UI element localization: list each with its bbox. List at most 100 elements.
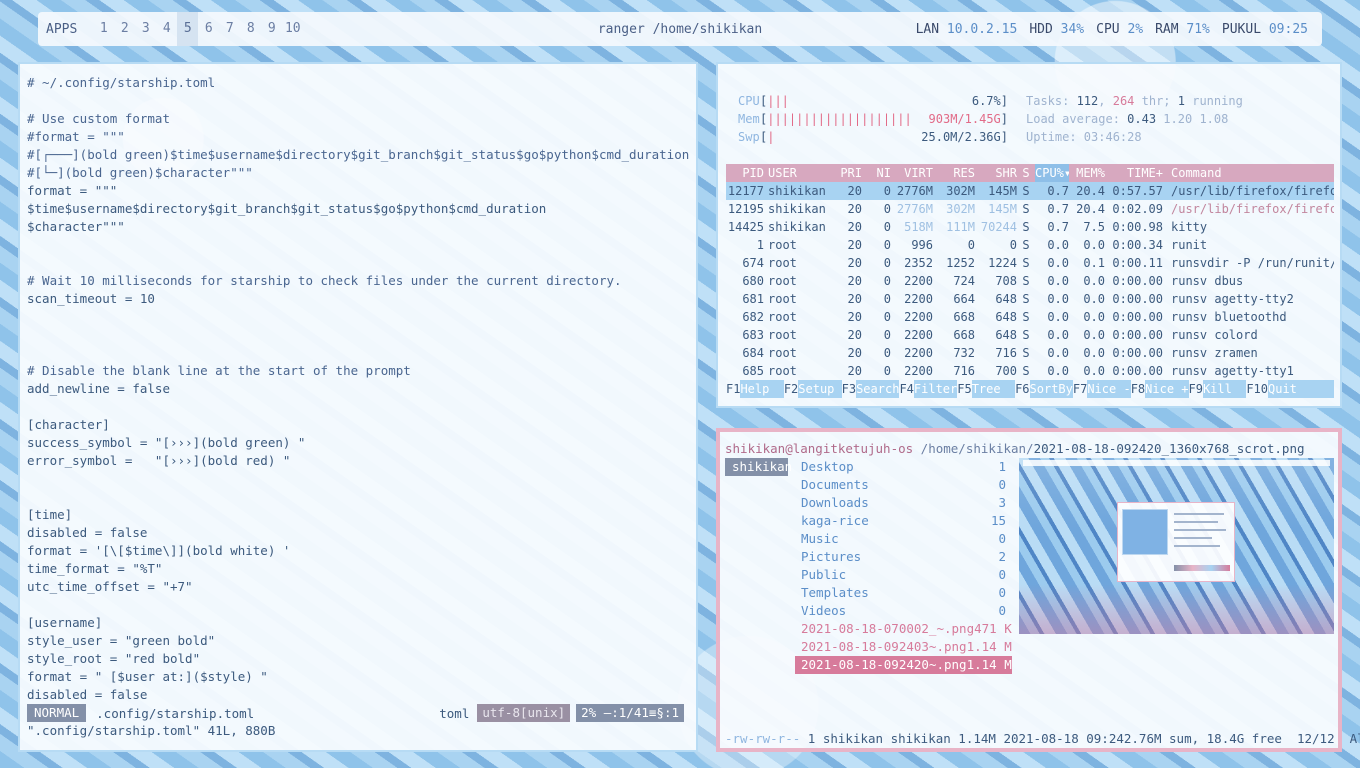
entry-size: 0 [998, 585, 1006, 600]
process-row[interactable]: 1 root 20 0 996 0 0 S 0.0 0.0 0:00.34 runit [726, 236, 1334, 254]
ranger-entry[interactable]: Public 0 [795, 566, 1012, 584]
fkey-f8[interactable]: F8 Nice + [1130, 380, 1189, 398]
ranger-file-list[interactable]: Desktop 1 Documents 0 Downloads 3 kaga-rice 15 M… [795, 458, 1012, 674]
ranger-entry[interactable]: Music 0 [795, 530, 1012, 548]
vim-mode-indicator: NORMAL [27, 704, 87, 722]
ranger-window[interactable]: shikikan@langitketujuh-os /home/shikikan… [716, 428, 1360, 752]
process-user: root [768, 328, 797, 342]
ranger-entry[interactable]: 2021-08-18-092403~.png 1.14 M [795, 638, 1012, 656]
fkey-f6[interactable]: F6 SortBy [1015, 380, 1073, 398]
fkey-f7[interactable]: F7 Nice - [1072, 380, 1131, 398]
ranger-entry[interactable]: Pictures 2 [795, 548, 1012, 566]
process-s: S [1022, 274, 1030, 288]
entry-name: kaga-rice [801, 513, 869, 528]
vim-editor-window[interactable]: # ~/.config/starship.toml # Use custom fo… [18, 62, 698, 752]
entry-name: Pictures [801, 549, 862, 564]
column-header-pid[interactable]: PID [726, 164, 764, 182]
apps-menu-button[interactable]: APPS [38, 22, 85, 37]
fkey-f10[interactable]: F10 Quit [1246, 380, 1311, 398]
htop-window[interactable]: CPU[||| 6.7%] Mem[|||||||||||||||||||| 903… [716, 62, 1342, 408]
process-virt: 518M [904, 220, 933, 234]
column-header-shr[interactable]: SHR [975, 164, 1017, 182]
process-table[interactable]: 12177 shikikan 20 0 2776M 302M 145M S 0.7 20.4 0:5… [726, 182, 1334, 380]
ranger-entry[interactable]: Videos 0 [795, 602, 1012, 620]
process-pid: 14425 [727, 220, 764, 234]
fkey-f9[interactable]: F9 Kill [1188, 380, 1247, 398]
process-s: S [1022, 364, 1030, 378]
process-pri: 20 [847, 220, 862, 234]
fkey-f3[interactable]: F3 Search [841, 380, 899, 398]
editor-line: scan_timeout = 10 [27, 291, 155, 306]
tasks-line: Tasks: 112, 264 thr; 1 running [1026, 94, 1243, 108]
process-cpu: 0.7 [1047, 184, 1069, 198]
workspace-button-5[interactable]: 5 [177, 12, 199, 46]
process-row[interactable]: 684 root 20 0 2200 732 716 S 0.0 0.0 0:00.00 runsv … [726, 344, 1334, 362]
process-row[interactable]: 682 root 20 0 2200 668 648 S 0.0 0.0 0:00.00 runsv … [726, 308, 1334, 326]
process-row[interactable]: 12195 shikikan 20 0 2776M 302M 145M S 0.7 20.4 0:0… [726, 200, 1334, 218]
column-header-command[interactable]: Command [1163, 164, 1334, 182]
ranger-entry[interactable]: 2021-08-18-070002_~.png 471 K [795, 620, 1012, 638]
fkey-f2[interactable]: F2 Setup [783, 380, 842, 398]
ranger-entry[interactable]: Templates 0 [795, 584, 1012, 602]
process-time: 0:00.00 [1112, 310, 1163, 324]
image-preview [1019, 458, 1334, 634]
process-row[interactable]: 685 root 20 0 2200 716 700 S 0.0 0.0 0:00.00 runsv … [726, 362, 1334, 380]
workspace-button-3[interactable]: 3 [135, 12, 156, 46]
ranger-entry[interactable]: kaga-rice 15 [795, 512, 1012, 530]
process-ni: 0 [883, 274, 891, 288]
process-row[interactable]: 12177 shikikan 20 0 2776M 302M 145M S 0.7 20.4 0:5… [726, 182, 1334, 200]
process-ni: 0 [883, 346, 891, 360]
preview-color-strip [1174, 565, 1230, 571]
process-row[interactable]: 683 root 20 0 2200 668 648 S 0.0 0.0 0:00.00 runsv … [726, 326, 1334, 344]
process-row[interactable]: 14425 shikikan 20 0 518M 111M 70244 S 0.7 7.5 0:00… [726, 218, 1334, 236]
column-header-ni[interactable]: NI [862, 164, 891, 182]
column-header-cpu[interactable]: CPU%▾ [1035, 164, 1069, 182]
editor-line: # Wait 10 milliseconds for starship to c… [27, 273, 622, 288]
process-user: root [768, 346, 797, 360]
workspace-button-2[interactable]: 2 [114, 12, 135, 46]
workspace-button-9[interactable]: 9 [261, 12, 282, 46]
ranger-host: shikikan@langitketujuh-os [725, 441, 914, 456]
preview-text-line [1174, 545, 1220, 547]
process-virt: 2200 [904, 346, 933, 360]
column-header-pri[interactable]: PRI [834, 164, 862, 182]
fkey-f5[interactable]: F5 Tree [957, 380, 1015, 398]
entry-name: Documents [801, 477, 869, 492]
workspace-button-6[interactable]: 6 [198, 12, 219, 46]
editor-buffer[interactable]: # ~/.config/starship.toml # Use custom fo… [27, 74, 690, 704]
process-cmd: runsv bluetoothd [1171, 310, 1287, 324]
editor-line: # Disable the blank line at the start of… [27, 363, 411, 378]
column-header-res[interactable]: RES [933, 164, 975, 182]
ranger-entry[interactable]: Desktop 1 [795, 458, 1012, 476]
ranger-entry[interactable]: Downloads 3 [795, 494, 1012, 512]
column-header-time[interactable]: TIME+ [1105, 164, 1163, 182]
workspace-button-4[interactable]: 4 [156, 12, 177, 46]
column-header-virt[interactable]: VIRT [891, 164, 933, 182]
workspace-button-8[interactable]: 8 [240, 12, 261, 46]
process-row[interactable]: 681 root 20 0 2200 664 648 S 0.0 0.0 0:00.00 runsv … [726, 290, 1334, 308]
vim-encoding: utf-8[unix] [477, 704, 571, 722]
workspace-button-10[interactable]: 10 [282, 12, 303, 46]
column-header-user[interactable]: USER [764, 164, 834, 182]
workspace-button-1[interactable]: 1 [93, 12, 114, 46]
ranger-entry[interactable]: 2021-08-18-092420~.png 1.14 M [795, 656, 1012, 674]
fkey-f1[interactable]: F1 Help [726, 380, 784, 398]
process-row[interactable]: 674 root 20 0 2352 1252 1224 S 0.0 0.1 0:00.11 runs… [726, 254, 1334, 272]
ranger-entry[interactable]: Documents 0 [795, 476, 1012, 494]
workspace-switcher: 1 2 3 4 5 6 7 8 9 10 [93, 12, 303, 46]
workspace-button-7[interactable]: 7 [219, 12, 240, 46]
ranger-parent-dir[interactable]: shikikan [725, 458, 792, 476]
status-key: PUKUL [1221, 21, 1262, 37]
process-shr: 1224 [988, 256, 1017, 270]
fkey-f4[interactable]: F4 Filter [899, 380, 957, 398]
editor-line: add_newline = false [27, 381, 170, 396]
process-row[interactable]: 680 root 20 0 2200 724 708 S 0.0 0.0 0:00.00 runsv … [726, 272, 1334, 290]
process-s: S [1022, 292, 1030, 306]
column-header-mem[interactable]: MEM% [1069, 164, 1105, 182]
process-pid: 680 [742, 274, 764, 288]
process-res: 1252 [946, 256, 975, 270]
process-table-header[interactable]: PID USER PRI NI VIRT RES SHR S CPU%▾ MEM% TIME+ Com… [726, 164, 1334, 182]
column-header-s[interactable]: S [1017, 164, 1035, 182]
process-user: root [768, 256, 797, 270]
status-key: CPU [1096, 21, 1120, 37]
